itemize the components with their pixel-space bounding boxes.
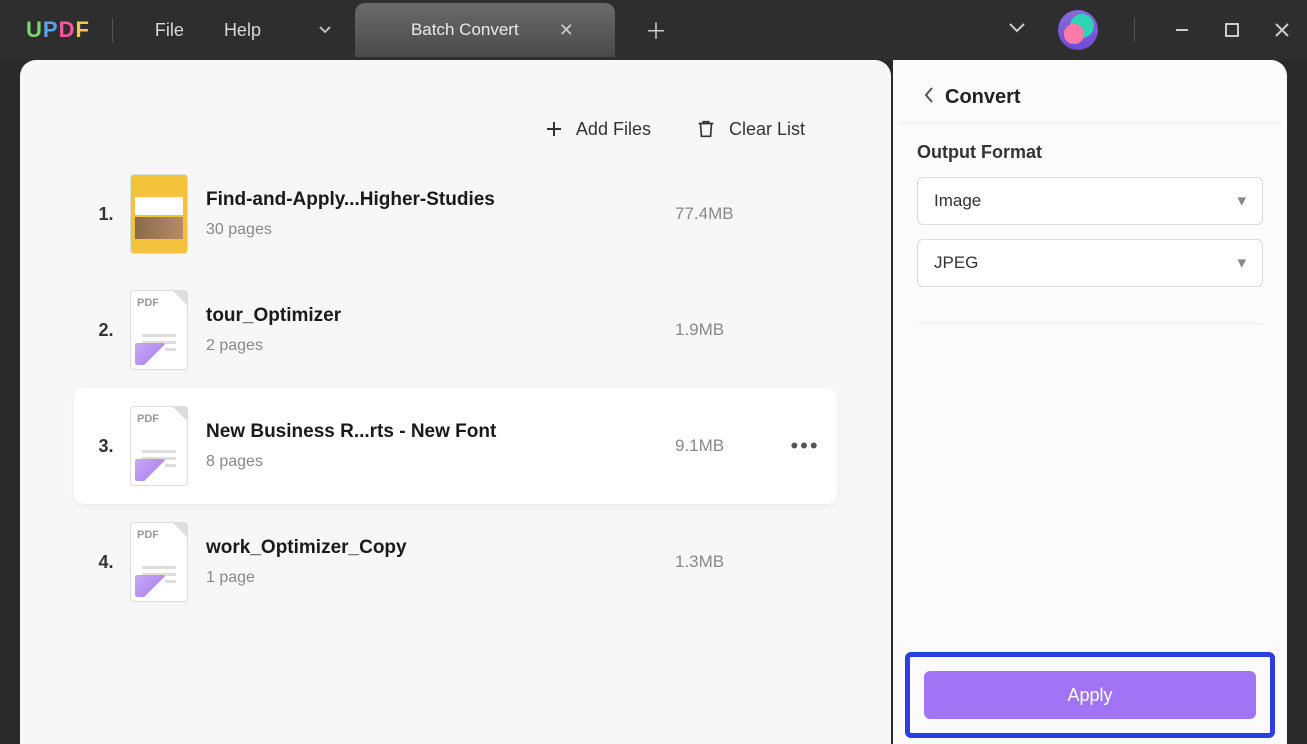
add-files-label: Add Files [576,119,651,140]
output-subformat-value: JPEG [934,253,978,273]
file-meta: work_Optimizer_Copy 1 page [206,537,675,587]
file-thumbnail [130,290,188,370]
output-format-value: Image [934,191,981,211]
file-pages: 2 pages [206,337,675,355]
chevron-down-icon: ▾ [1237,191,1246,211]
menu-help[interactable]: Help [204,20,281,41]
clear-list-button[interactable]: Clear List [695,118,805,140]
file-meta: New Business R...rts - New Font 8 pages [206,421,675,471]
file-thumbnail [130,406,188,486]
output-format-label: Output Format [917,142,1263,163]
file-size: 1.3MB [675,552,785,572]
tab-batch-convert[interactable]: Batch Convert ✕ [355,3,615,57]
row-index: 2. [86,320,126,341]
file-size: 9.1MB [675,436,785,456]
file-pages: 1 page [206,569,675,587]
file-pages: 8 pages [206,453,675,471]
window-controls [990,0,1307,60]
new-tab-button[interactable]: ＋ [645,14,667,46]
file-row[interactable]: 1. Find-and-Apply...Higher-Studies 30 page… [74,156,837,272]
output-format-select[interactable]: Image ▾ [917,177,1263,225]
menu-file[interactable]: File [135,20,204,41]
file-name: tour_Optimizer [206,305,675,327]
maximize-button[interactable] [1207,0,1257,60]
close-button[interactable] [1257,0,1307,60]
apply-button[interactable]: Apply [924,671,1256,719]
user-avatar[interactable] [1058,10,1098,50]
file-pages: 30 pages [206,221,675,239]
back-button[interactable] [923,86,935,109]
file-list-panel: Add Files Clear List 1. Find-and-Apply...… [20,60,891,744]
tabbar: Batch Convert ✕ ＋ [301,0,667,60]
minimize-button[interactable] [1157,0,1207,60]
file-row[interactable]: 2. tour_Optimizer 2 pages1.9MB [74,272,837,388]
file-thumbnail [130,522,188,602]
divider [917,323,1263,324]
add-files-button[interactable]: Add Files [544,119,651,140]
file-size: 1.9MB [675,320,785,340]
convert-panel: Convert Output Format Image ▾ JPEG ▾ App… [893,60,1287,744]
tab-list-dropdown[interactable] [301,6,349,54]
file-meta: Find-and-Apply...Higher-Studies 30 pages [206,189,675,239]
file-name: Find-and-Apply...Higher-Studies [206,189,675,211]
list-toolbar: Add Files Clear List [74,98,837,156]
file-size: 77.4MB [675,204,785,224]
apply-highlight: Apply [905,652,1275,738]
output-subformat-select[interactable]: JPEG ▾ [917,239,1263,287]
divider [112,18,113,42]
tab-title: Batch Convert [411,20,519,40]
file-row[interactable]: 3. New Business R...rts - New Font 8 pages… [74,388,837,504]
divider [1134,18,1135,42]
panel-title: Convert [945,86,1021,109]
chevron-down-icon: ▾ [1237,253,1246,273]
file-row[interactable]: 4. work_Optimizer_Copy 1 page1.3MB [74,504,837,620]
row-index: 1. [86,204,126,225]
file-name: work_Optimizer_Copy [206,537,675,559]
app-logo: UPDF [26,17,90,43]
file-thumbnail [130,174,188,254]
clear-list-label: Clear List [729,119,805,140]
row-index: 4. [86,552,126,573]
tab-close-button[interactable]: ✕ [559,20,574,41]
dropdown-icon[interactable] [990,21,1044,39]
file-name: New Business R...rts - New Font [206,421,675,443]
row-more-button[interactable]: ••• [785,433,825,459]
file-meta: tour_Optimizer 2 pages [206,305,675,355]
titlebar: UPDF File Help Batch Convert ✕ ＋ [0,0,1307,60]
row-index: 3. [86,436,126,457]
